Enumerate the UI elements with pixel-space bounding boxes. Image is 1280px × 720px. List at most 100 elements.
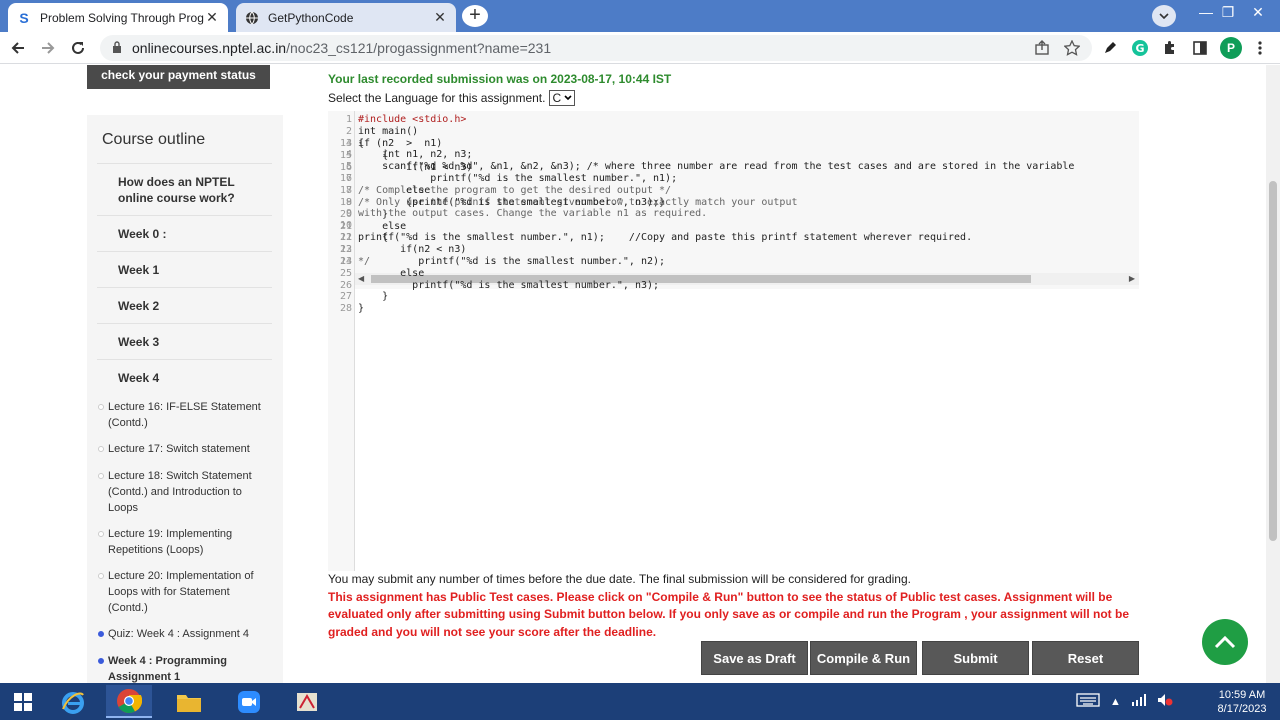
reset-button[interactable]: Reset bbox=[1032, 641, 1139, 675]
windows-taskbar: ▲ 10:59 AM 8/17/2023 bbox=[0, 683, 1280, 720]
language-row: Select the Language for this assignment.… bbox=[328, 90, 576, 106]
line-number: 17 bbox=[339, 173, 352, 185]
sidebar-item-week-3[interactable]: Week 3 bbox=[97, 323, 272, 359]
code-text: if (n2 > n1) bbox=[358, 138, 443, 149]
more-menu-icon[interactable] bbox=[1250, 38, 1270, 58]
sidebar-lecture-17[interactable]: Lecture 17: Switch statement bbox=[98, 441, 268, 457]
sidebar-programming-assignment[interactable]: Week 4 : Programming Assignment 1 bbox=[98, 653, 268, 683]
page-content: check your payment status Course outline… bbox=[0, 65, 1266, 683]
line-number: 22 bbox=[339, 232, 352, 244]
line-number: 20 bbox=[339, 208, 352, 220]
clock-time: 10:59 AM bbox=[1218, 689, 1266, 701]
sidebar-item-week-0[interactable]: Week 0 : bbox=[97, 215, 272, 251]
lecture-label: Lecture 16: IF-ELSE Statement (Contd.) bbox=[108, 401, 261, 429]
clock-date: 8/17/2023 bbox=[1217, 703, 1267, 715]
sidebar-item-label: Week 1 bbox=[118, 262, 160, 277]
sidebar-lecture-16[interactable]: Lecture 16: IF-ELSE Statement (Contd.) bbox=[98, 399, 268, 431]
code-text: with the output cases. Change the variab… bbox=[358, 208, 708, 220]
zoom-app-icon[interactable] bbox=[226, 685, 272, 718]
url-host: onlinecourses.nptel.ac.in bbox=[132, 40, 287, 56]
close-tab-icon[interactable]: ✕ bbox=[204, 9, 220, 26]
page-scrollbar[interactable] bbox=[1266, 65, 1280, 683]
new-tab-button[interactable]: + bbox=[462, 5, 488, 27]
share-icon[interactable] bbox=[1034, 40, 1050, 59]
nptel-favicon-icon: S bbox=[19, 9, 29, 26]
lecture-label: Lecture 18: Switch Statement (Contd.) an… bbox=[108, 470, 252, 514]
sidebar-quiz-week-4[interactable]: Quiz: Week 4 : Assignment 4 bbox=[98, 626, 268, 642]
code-text: else bbox=[358, 185, 431, 197]
unvisited-dot-icon bbox=[98, 446, 104, 452]
save-draft-button[interactable]: Save as Draft bbox=[701, 641, 808, 675]
close-window-button[interactable]: ✕ bbox=[1240, 0, 1276, 24]
address-bar[interactable]: onlinecourses.nptel.ac.in/noc23_cs121/pr… bbox=[100, 35, 1092, 61]
close-tab-icon[interactable]: ✕ bbox=[432, 9, 448, 26]
taskbar-clock[interactable]: 10:59 AM 8/17/2023 bbox=[1212, 688, 1272, 716]
line-number: 18 bbox=[339, 185, 352, 197]
puzzle-extensions-icon[interactable] bbox=[1160, 38, 1180, 58]
sidepanel-icon[interactable] bbox=[1190, 38, 1210, 58]
tab-inactive[interactable]: GetPythonCode ✕ bbox=[236, 3, 456, 32]
sidebar-item-week-1[interactable]: Week 1 bbox=[97, 251, 272, 287]
app-taskbar-icon[interactable] bbox=[284, 685, 330, 718]
chrome-taskbar-icon[interactable] bbox=[106, 685, 152, 718]
line-number-gutter bbox=[328, 289, 355, 571]
sidebar-item-label: Week 4 bbox=[118, 370, 160, 385]
browser-toolbar: onlinecourses.nptel.ac.in/noc23_cs121/pr… bbox=[0, 32, 1280, 64]
sidebar-item-label: Week 0 : bbox=[118, 226, 167, 241]
sidebar-item-how-it-works[interactable]: How does an NPTEL online course work? bbox=[97, 163, 272, 215]
unvisited-dot-icon bbox=[98, 573, 104, 579]
code-text: } bbox=[358, 291, 389, 303]
line-number: 27 bbox=[339, 291, 352, 303]
code-text: printf("%d is the smallest number.", n2)… bbox=[358, 256, 666, 267]
compile-run-button[interactable]: Compile & Run bbox=[810, 641, 917, 675]
code-editor-answer[interactable]: 14 if (n2 > n1) 15 {16 if(n1 < n3) 17 print… bbox=[328, 138, 1139, 571]
sidebar-item-week-4[interactable]: Week 4 bbox=[97, 359, 272, 395]
line-number: 21 bbox=[339, 220, 352, 232]
arrow-right-icon bbox=[42, 42, 55, 54]
language-label: Select the Language for this assignment. bbox=[328, 91, 546, 105]
svg-text:G: G bbox=[1135, 42, 1144, 55]
tab-search-button[interactable] bbox=[1152, 5, 1176, 27]
volume-muted-icon[interactable] bbox=[1157, 693, 1173, 710]
line-number: 15 bbox=[339, 149, 352, 161]
code-text: } bbox=[358, 303, 365, 315]
submission-notes: You may submit any number of times befor… bbox=[328, 571, 1143, 641]
code-text: printf("%d is the smallest number.", n1)… bbox=[358, 173, 678, 185]
profile-avatar[interactable]: P bbox=[1220, 37, 1242, 59]
sidebar-lecture-18[interactable]: Lecture 18: Switch Statement (Contd.) an… bbox=[98, 468, 268, 516]
scroll-right-icon[interactable]: ▶ bbox=[1129, 273, 1135, 285]
language-select[interactable]: C bbox=[549, 90, 576, 106]
show-hidden-icons-icon[interactable]: ▲ bbox=[1110, 696, 1121, 708]
internet-explorer-icon[interactable] bbox=[50, 685, 96, 718]
grammarly-extension-icon[interactable]: G bbox=[1130, 38, 1150, 58]
sidebar-item-week-2[interactable]: Week 2 bbox=[97, 287, 272, 323]
url-path: /noc23_cs121/progassignment?name=231 bbox=[286, 40, 552, 56]
sidebar-lecture-20[interactable]: Lecture 20: Implementation of Loops with… bbox=[98, 568, 268, 616]
reload-button[interactable] bbox=[66, 36, 90, 60]
page-scroll-thumb[interactable] bbox=[1269, 181, 1277, 541]
file-explorer-icon[interactable] bbox=[166, 685, 212, 718]
code-text: else bbox=[358, 267, 425, 279]
scroll-to-top-button[interactable] bbox=[1202, 619, 1248, 665]
code-text: else bbox=[358, 220, 407, 232]
tab-active[interactable]: S Problem Solving Through Progra ✕ bbox=[8, 3, 228, 32]
current-dot-icon bbox=[98, 631, 104, 637]
system-tray: ▲ bbox=[1076, 683, 1173, 720]
payment-status-button[interactable]: check your payment status bbox=[87, 65, 270, 89]
line-number: 28 bbox=[339, 303, 352, 315]
lecture-label: Lecture 19: Implementing Repetitions (Lo… bbox=[108, 528, 233, 556]
forward-button[interactable] bbox=[36, 36, 60, 60]
network-icon[interactable] bbox=[1131, 694, 1147, 709]
bookmark-star-icon[interactable] bbox=[1063, 39, 1081, 59]
code-text: { bbox=[358, 149, 389, 161]
submit-button[interactable]: Submit bbox=[922, 641, 1029, 675]
code-text: printf("%d is the smallest number.", n1)… bbox=[358, 232, 973, 243]
sidebar-lecture-19[interactable]: Lecture 19: Implementing Repetitions (Lo… bbox=[98, 526, 268, 558]
back-button[interactable] bbox=[6, 36, 30, 60]
chevron-down-icon bbox=[1159, 13, 1169, 19]
windows-start-icon[interactable] bbox=[0, 685, 46, 718]
keyboard-icon[interactable] bbox=[1076, 693, 1100, 710]
pen-extension-icon[interactable] bbox=[1100, 38, 1120, 58]
tab-title: GetPythonCode bbox=[268, 10, 354, 25]
line-number: 23 bbox=[339, 244, 352, 256]
